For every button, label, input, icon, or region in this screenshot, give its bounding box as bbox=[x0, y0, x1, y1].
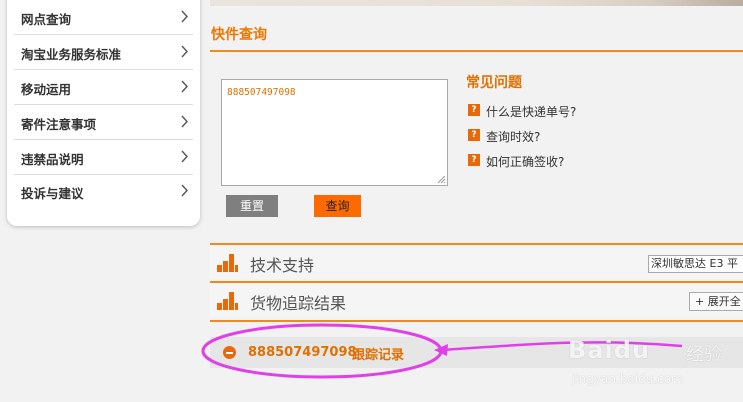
sidebar-item-label: 寄件注意事项 bbox=[21, 117, 97, 132]
sidebar-item-complaints[interactable]: 投诉与建议 bbox=[14, 174, 193, 208]
expand-all-button[interactable]: + 展开全 bbox=[689, 292, 743, 311]
tech-support-title: 技术支持 bbox=[250, 256, 315, 275]
question-icon: ? bbox=[468, 129, 480, 141]
tracking-record-label: 跟踪记录 bbox=[352, 348, 405, 363]
sidebar-item-label: 投诉与建议 bbox=[21, 186, 84, 201]
sidebar-menu: 网点查询 淘宝业务服务标准 移动运用 寄件注意事项 违禁品说明 投诉与建议 bbox=[7, 0, 200, 226]
sidebar-item-label: 网点查询 bbox=[21, 12, 72, 27]
chevron-right-icon bbox=[181, 80, 188, 93]
sidebar-item-mobile[interactable]: 移动运用 bbox=[14, 70, 193, 105]
reset-button[interactable]: 重置 bbox=[226, 195, 278, 217]
tracking-results-bar: 货物追踪结果 + 展开全 bbox=[210, 283, 743, 317]
tracking-record-number: 888507497098 bbox=[248, 345, 357, 360]
faq-item-label: 如何正确签收? bbox=[486, 155, 565, 169]
faq-item-label: 什么是快递单号? bbox=[486, 105, 577, 119]
sidebar-item-label: 违禁品说明 bbox=[21, 152, 84, 167]
query-button[interactable]: 查询 bbox=[314, 195, 361, 217]
tracking-record-row[interactable]: 888507497098 跟踪记录 bbox=[210, 337, 743, 368]
sidebar-item-outlet-search[interactable]: 网点查询 bbox=[14, 0, 193, 35]
sidebar-item-label: 淘宝业务服务标准 bbox=[21, 47, 122, 62]
collapse-minus-icon[interactable] bbox=[223, 346, 236, 359]
chevron-right-icon bbox=[181, 10, 188, 23]
sidebar-item-shipping-notes[interactable]: 寄件注意事项 bbox=[14, 105, 193, 140]
tracking-results-title: 货物追踪结果 bbox=[250, 294, 347, 313]
question-icon: ? bbox=[468, 104, 480, 116]
chevron-right-icon bbox=[181, 150, 188, 163]
watermark-url: jingyan.baidu.com bbox=[572, 372, 683, 386]
section-divider bbox=[210, 50, 743, 52]
sidebar-item-prohibited[interactable]: 违禁品说明 bbox=[14, 140, 193, 175]
faq-item-label: 查询时效? bbox=[486, 130, 541, 144]
question-icon: ? bbox=[468, 154, 480, 166]
sidebar-item-label: 移动运用 bbox=[21, 82, 72, 97]
sidebar-item-taobao-standard[interactable]: 淘宝业务服务标准 bbox=[14, 35, 193, 70]
tracking-number-textarea[interactable]: 888507497098 bbox=[221, 79, 448, 186]
bar-chart-icon bbox=[217, 254, 238, 272]
section-divider bbox=[210, 320, 743, 322]
resize-grip-icon[interactable] bbox=[436, 174, 446, 184]
banner-image bbox=[210, 0, 743, 6]
company-select[interactable]: 深圳敏思达 E3 平 bbox=[648, 255, 743, 273]
bar-chart-icon bbox=[217, 292, 238, 310]
tracking-input-value: 888507497098 bbox=[227, 87, 296, 98]
tech-support-bar: 技术支持 深圳敏思达 E3 平 bbox=[210, 245, 743, 279]
chevron-right-icon bbox=[181, 45, 188, 58]
faq-title: 常见问题 bbox=[466, 75, 522, 91]
chevron-right-icon bbox=[181, 115, 188, 128]
chevron-right-icon bbox=[181, 184, 188, 197]
query-section-title: 快件查询 bbox=[211, 27, 267, 43]
